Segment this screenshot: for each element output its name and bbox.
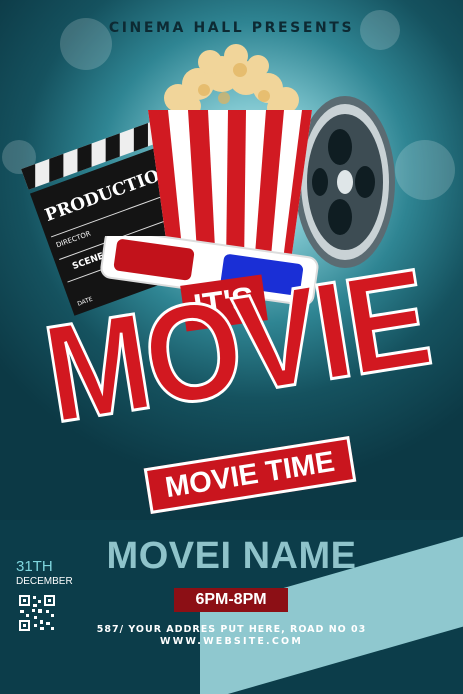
bokeh-light xyxy=(395,140,455,200)
website-link: WWW.WEBSITE.COM xyxy=(160,636,303,647)
date-month: DECEMBER xyxy=(16,576,73,587)
movie-poster: CINEMA HALL PRESENTS PRODUCTION DIRECTOR… xyxy=(0,0,463,694)
movie-name: MOVEI NAME xyxy=(106,535,357,577)
venue-address: 587/ YOUR ADDRES PUT HERE, ROAD NO 03 xyxy=(96,624,367,635)
date-day: 31TH xyxy=(16,558,53,575)
showtime-badge: 6PM-8PM xyxy=(174,588,288,612)
presenter-headline: CINEMA HALL PRESENTS xyxy=(108,20,355,36)
